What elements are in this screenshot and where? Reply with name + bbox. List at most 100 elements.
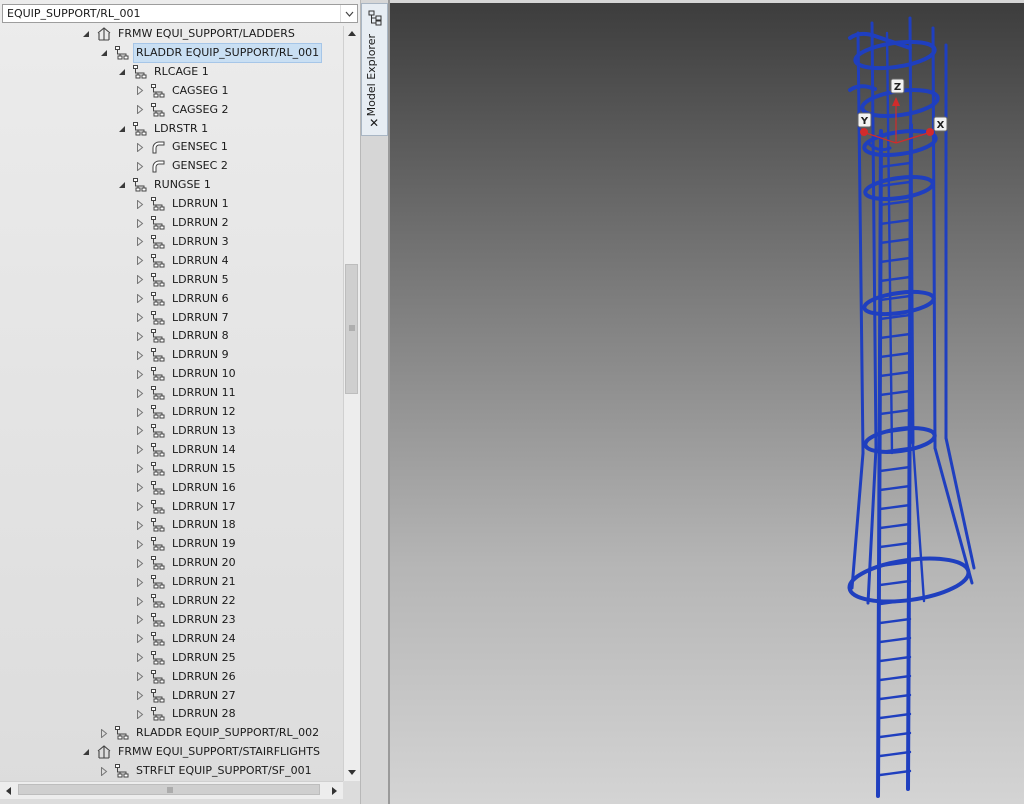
tree-item[interactable]: CAGSEG 1 bbox=[134, 82, 232, 100]
expanded-triangle-icon[interactable] bbox=[80, 28, 92, 40]
ladder-rung bbox=[878, 256, 912, 264]
tree-item[interactable]: RLADDR EQUIP_SUPPORT/RL_001 bbox=[98, 42, 323, 63]
collapsed-triangle-icon[interactable] bbox=[134, 160, 146, 172]
collapsed-triangle-icon[interactable] bbox=[134, 708, 146, 720]
tree-item[interactable]: LDRRUN 9 bbox=[134, 346, 232, 364]
model-tree: FRMW EQUI_SUPPORT/LADDERS RLADDR EQUIP_SU… bbox=[0, 26, 343, 781]
tree-item[interactable]: STRFLT EQUIP_SUPPORT/SF_001 bbox=[98, 762, 315, 780]
ladder-rung bbox=[878, 408, 912, 416]
collapsed-triangle-icon[interactable] bbox=[134, 671, 146, 683]
tree-item[interactable]: RLCAGE 1 bbox=[116, 63, 212, 81]
3d-viewport[interactable]: Z Y X bbox=[390, 3, 1024, 804]
collapsed-triangle-icon[interactable] bbox=[98, 765, 110, 777]
tree-item[interactable]: CAGSEG 2 bbox=[134, 101, 232, 119]
tree-item[interactable]: LDRRUN 20 bbox=[134, 554, 239, 572]
collapsed-triangle-icon[interactable] bbox=[134, 312, 146, 324]
close-icon[interactable]: ✕ bbox=[369, 116, 379, 130]
collapsed-triangle-icon[interactable] bbox=[134, 330, 146, 342]
collapsed-triangle-icon[interactable] bbox=[134, 690, 146, 702]
tree-item[interactable]: LDRRUN 17 bbox=[134, 498, 239, 516]
tree-item[interactable]: LDRRUN 6 bbox=[134, 290, 232, 308]
scroll-down-icon[interactable] bbox=[348, 770, 356, 775]
tree-item[interactable]: LDRRUN 25 bbox=[134, 649, 239, 667]
path-combo-box[interactable]: EQUIP_SUPPORT/RL_001 bbox=[2, 4, 358, 23]
tree-item[interactable]: LDRRUN 13 bbox=[134, 422, 239, 440]
collapsed-triangle-icon[interactable] bbox=[134, 141, 146, 153]
collapsed-triangle-icon[interactable] bbox=[134, 463, 146, 475]
collapsed-triangle-icon[interactable] bbox=[134, 425, 146, 437]
tree-item[interactable]: LDRRUN 18 bbox=[134, 516, 239, 534]
tree-item[interactable]: LDRRUN 1 bbox=[134, 195, 232, 213]
collapsed-triangle-icon[interactable] bbox=[134, 633, 146, 645]
tree-item[interactable]: LDRRUN 28 bbox=[134, 705, 239, 723]
collapsed-triangle-icon[interactable] bbox=[134, 614, 146, 626]
collapsed-triangle-icon[interactable] bbox=[134, 293, 146, 305]
tree-item[interactable]: LDRRUN 23 bbox=[134, 611, 239, 629]
tree-item[interactable]: LDRRUN 21 bbox=[134, 573, 239, 591]
collapsed-triangle-icon[interactable] bbox=[134, 349, 146, 361]
scroll-left-icon[interactable] bbox=[6, 787, 11, 795]
collapsed-triangle-icon[interactable] bbox=[134, 274, 146, 286]
tree-item[interactable]: LDRRUN 19 bbox=[134, 535, 239, 553]
expanded-triangle-icon[interactable] bbox=[80, 746, 92, 758]
vertical-scroll-thumb[interactable] bbox=[345, 264, 358, 394]
collapsed-triangle-icon[interactable] bbox=[134, 236, 146, 248]
collapsed-triangle-icon[interactable] bbox=[98, 727, 110, 739]
tree-item[interactable]: LDRRUN 4 bbox=[134, 252, 232, 270]
tree-item[interactable]: LDRRUN 8 bbox=[134, 327, 232, 345]
tree-item[interactable]: LDRRUN 2 bbox=[134, 214, 232, 232]
scroll-right-icon[interactable] bbox=[332, 787, 337, 795]
collapsed-triangle-icon[interactable] bbox=[134, 217, 146, 229]
tree-item[interactable]: LDRRUN 24 bbox=[134, 630, 239, 648]
tree-horizontal-scrollbar[interactable] bbox=[0, 781, 343, 799]
tree-item-label: RLCAGE 1 bbox=[154, 64, 209, 78]
tree-item[interactable]: LDRSTR 1 bbox=[116, 120, 211, 138]
collapsed-triangle-icon[interactable] bbox=[134, 519, 146, 531]
expanded-triangle-icon[interactable] bbox=[116, 66, 128, 78]
expanded-triangle-icon[interactable] bbox=[98, 47, 110, 59]
tree-item[interactable]: LDRRUN 11 bbox=[134, 384, 239, 402]
collapsed-triangle-icon[interactable] bbox=[134, 368, 146, 380]
tree-item[interactable]: GENSEC 2 bbox=[134, 157, 231, 175]
collapsed-triangle-icon[interactable] bbox=[134, 444, 146, 456]
tree-item[interactable]: LDRRUN 27 bbox=[134, 687, 239, 705]
collapsed-triangle-icon[interactable] bbox=[134, 482, 146, 494]
tree-item[interactable]: LDRRUN 7 bbox=[134, 309, 232, 327]
collapsed-triangle-icon[interactable] bbox=[134, 595, 146, 607]
collapsed-triangle-icon[interactable] bbox=[134, 501, 146, 513]
collapsed-triangle-icon[interactable] bbox=[134, 652, 146, 664]
collapsed-triangle-icon[interactable] bbox=[134, 387, 146, 399]
tree-item[interactable]: LDRRUN 10 bbox=[134, 365, 239, 383]
horizontal-scroll-thumb[interactable] bbox=[18, 784, 320, 795]
tree-item[interactable]: LDRRUN 3 bbox=[134, 233, 232, 251]
expanded-triangle-icon[interactable] bbox=[116, 179, 128, 191]
top-rail bbox=[848, 84, 877, 92]
tree-item[interactable]: RLADDR EQUIP_SUPPORT/RL_002 bbox=[98, 724, 322, 742]
expanded-triangle-icon[interactable] bbox=[116, 123, 128, 135]
tree-item[interactable]: FRMW EQUI_SUPPORT/STAIRFLIGHTS bbox=[80, 743, 323, 761]
chevron-down-icon[interactable] bbox=[340, 5, 357, 22]
collapsed-triangle-icon[interactable] bbox=[134, 104, 146, 116]
tree-item[interactable]: LDRRUN 22 bbox=[134, 592, 239, 610]
tree-vertical-scrollbar[interactable] bbox=[343, 26, 360, 781]
collapsed-triangle-icon[interactable] bbox=[134, 255, 146, 267]
tree-item[interactable]: LDRRUN 5 bbox=[134, 271, 232, 289]
tree-item[interactable]: LDRRUN 26 bbox=[134, 668, 239, 686]
collapsed-triangle-icon[interactable] bbox=[134, 85, 146, 97]
tree-item[interactable]: LDRRUN 12 bbox=[134, 403, 239, 421]
ladder-3d-model[interactable]: Z Y X bbox=[390, 3, 1024, 804]
tree-item[interactable]: LDRRUN 15 bbox=[134, 460, 239, 478]
tree-item[interactable]: FRMW EQUI_SUPPORT/LADDERS bbox=[80, 26, 298, 43]
tree-item[interactable]: LDRRUN 14 bbox=[134, 441, 239, 459]
model-explorer-tab[interactable]: Model Explorer ✕ bbox=[361, 3, 388, 136]
tree-item[interactable]: RUNGSE 1 bbox=[116, 176, 214, 194]
tree-item[interactable]: LDRRUN 16 bbox=[134, 479, 239, 497]
collapsed-triangle-icon[interactable] bbox=[134, 538, 146, 550]
scroll-up-icon[interactable] bbox=[348, 31, 356, 36]
collapsed-triangle-icon[interactable] bbox=[134, 406, 146, 418]
tree-item-label: RUNGSE 1 bbox=[154, 178, 211, 192]
collapsed-triangle-icon[interactable] bbox=[134, 198, 146, 210]
collapsed-triangle-icon[interactable] bbox=[134, 557, 146, 569]
tree-item[interactable]: GENSEC 1 bbox=[134, 138, 231, 156]
collapsed-triangle-icon[interactable] bbox=[134, 576, 146, 588]
